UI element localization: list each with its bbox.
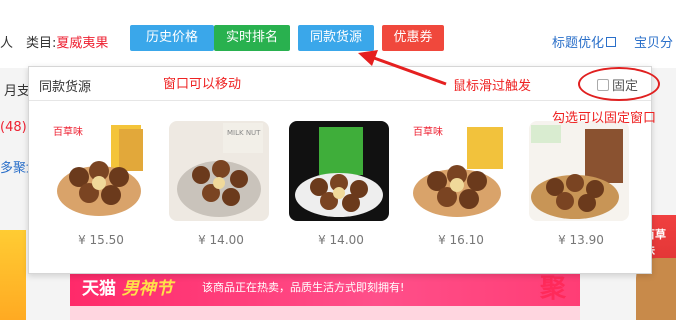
arrow-head-icon xyxy=(358,50,378,66)
annotation-arrow xyxy=(373,56,447,86)
annotation-arrow-layer xyxy=(358,50,447,86)
